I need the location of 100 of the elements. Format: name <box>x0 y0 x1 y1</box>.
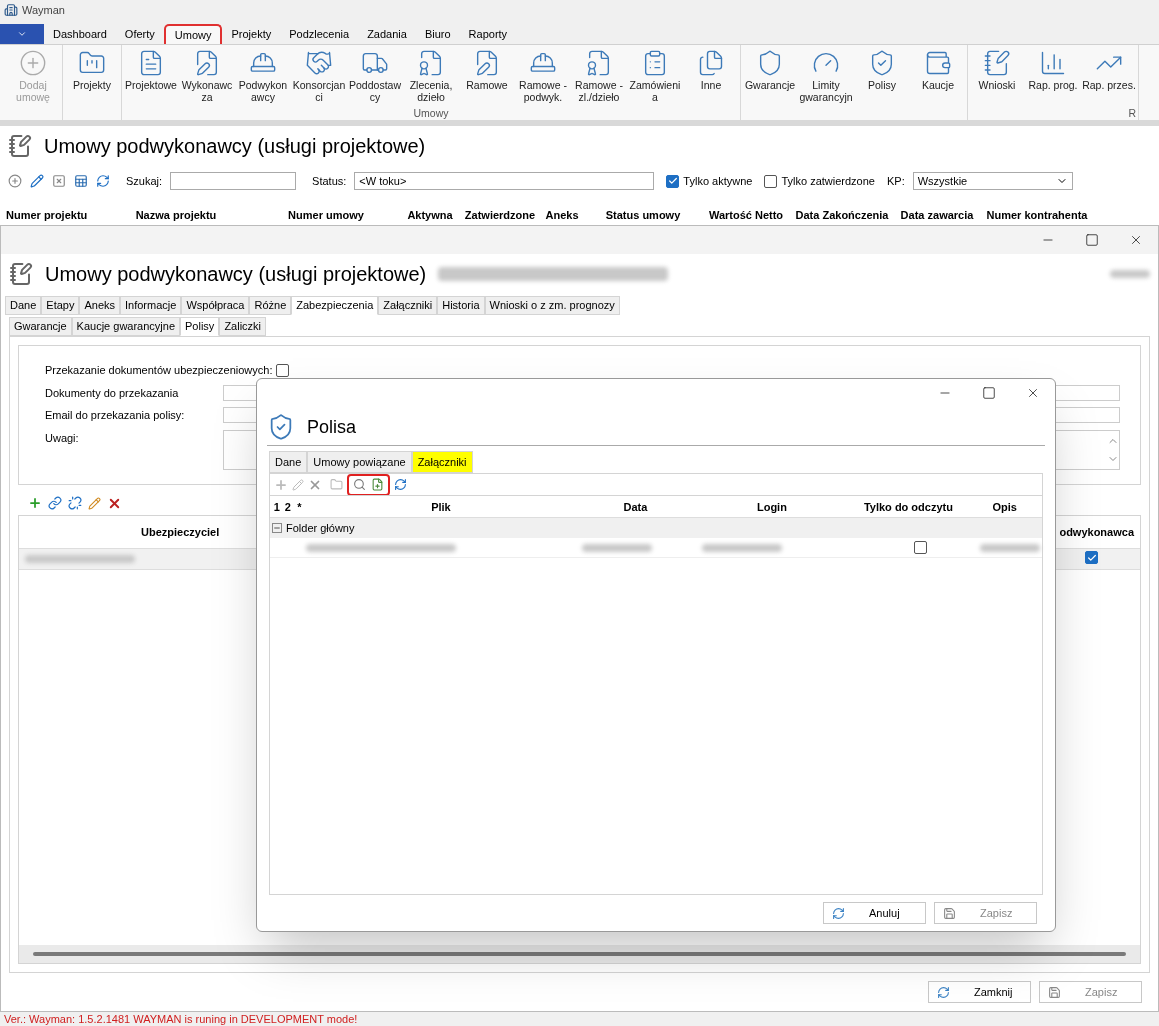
ribbon-tab[interactable]: Podzlecenia <box>280 24 359 44</box>
refresh-icon[interactable] <box>96 174 110 188</box>
ribbon-group-label: Umowy <box>413 106 449 120</box>
column-header[interactable]: Opis <box>967 498 1042 516</box>
ribbon-tab[interactable]: Oferty <box>115 24 164 44</box>
checkbox[interactable] <box>764 174 778 188</box>
dialog-button[interactable]: Zamknij <box>928 981 1031 1003</box>
tab[interactable]: Informacje <box>120 296 182 315</box>
collapse-icon[interactable] <box>272 523 282 534</box>
column-header[interactable]: * <box>293 498 306 516</box>
tab[interactable]: Załączniki <box>411 451 473 474</box>
tab[interactable]: Różne <box>249 296 292 315</box>
refresh-icon[interactable] <box>394 478 407 492</box>
handshake-icon <box>305 49 333 77</box>
column-header[interactable]: Data zawarcia <box>895 206 979 223</box>
status-field[interactable]: <W toku> <box>354 172 655 190</box>
column-header[interactable]: Wartość Netto <box>703 206 789 223</box>
ribbon-button[interactable]: Rap. prog. <box>1026 49 1080 106</box>
documents-icon <box>697 49 725 77</box>
ribbon-button[interactable]: Ramowe - zl./dzieło <box>572 49 626 106</box>
folder-icon[interactable] <box>330 478 343 492</box>
column-header[interactable]: 2 <box>281 498 294 516</box>
ribbon-tab[interactable]: Umowy <box>163 24 223 44</box>
ribbon-tab[interactable]: Zadania <box>358 24 416 44</box>
add-icon[interactable] <box>8 174 22 188</box>
ribbon-button[interactable]: Zlecenia, dzieło <box>404 49 458 106</box>
tab[interactable]: Umowy powiązane <box>307 451 412 474</box>
tab[interactable]: Dane <box>269 451 308 474</box>
link-icon[interactable] <box>48 496 62 510</box>
column-header[interactable]: Numer kontrahenta <box>979 206 1095 223</box>
column-header[interactable]: Plik <box>305 498 577 516</box>
search-icon[interactable] <box>353 478 366 492</box>
ribbon-button[interactable]: Projekty <box>65 49 119 106</box>
checkbox[interactable] <box>913 541 927 555</box>
ribbon-button[interactable]: Ramowe <box>460 49 514 106</box>
tab[interactable]: Wnioski o z zm. prognozy <box>484 296 620 315</box>
column-header[interactable]: Login <box>694 498 850 516</box>
column-header[interactable]: Zatwierdzone <box>459 206 541 223</box>
ribbon-button[interactable]: Inne <box>684 49 738 106</box>
column-header[interactable]: 1 <box>272 498 282 516</box>
checkbox[interactable] <box>666 174 680 188</box>
tab[interactable]: Historia <box>437 296 485 315</box>
ribbon-button[interactable]: Gwarancje <box>743 49 797 106</box>
ribbon-button[interactable]: Poddostawcy <box>348 49 402 106</box>
ribbon-tab[interactable]: Projekty <box>222 24 281 44</box>
column-header[interactable]: Status umowy <box>583 206 703 223</box>
tab[interactable]: Polisy <box>180 317 220 336</box>
ribbon-button[interactable]: Kaucje <box>911 49 965 106</box>
ribbon-button[interactable]: Limity gwarancyjn <box>799 49 853 106</box>
tab[interactable]: Współpraca <box>181 296 250 315</box>
column-header[interactable]: Nazwa projektu <box>101 206 251 223</box>
column-header[interactable]: Data <box>576 498 695 516</box>
checkbox[interactable] <box>1085 551 1098 565</box>
column-header[interactable]: Data Zakończenia <box>789 206 895 223</box>
column-header[interactable]: Tylko do odczytu <box>849 498 968 516</box>
delete-icon[interactable] <box>52 174 66 188</box>
ribbon-button[interactable]: Ramowe - podwyk. <box>516 49 570 106</box>
ribbon-button[interactable]: Wykonawcza <box>180 49 234 106</box>
refresh-icon <box>832 906 845 920</box>
add-icon[interactable] <box>28 496 42 510</box>
ribbon-button[interactable]: Projektowe <box>124 49 178 106</box>
ribbon-button[interactable]: Zamówienia <box>628 49 682 106</box>
edit-icon[interactable] <box>30 174 44 188</box>
tab[interactable]: Gwarancje <box>9 317 72 336</box>
tab[interactable]: Załączniki <box>378 296 438 315</box>
checkbox[interactable] <box>276 363 290 377</box>
ribbon-button[interactable]: Rap. przes. <box>1082 49 1136 106</box>
column-header[interactable]: Aneks <box>541 206 583 223</box>
ribbon-tab[interactable]: Raporty <box>459 24 517 44</box>
refresh-icon <box>937 985 950 999</box>
column-header[interactable]: Ubezpieczyciel <box>141 523 220 541</box>
search-field[interactable] <box>170 172 297 190</box>
tab[interactable]: Zaliczki <box>219 317 267 336</box>
column-header[interactable]: Numer projektu <box>6 206 101 223</box>
ribbon-tab[interactable]: Biuro <box>415 24 460 44</box>
edit-icon[interactable] <box>88 496 101 510</box>
ribbon-tab[interactable]: Dashboard <box>44 24 116 44</box>
ribbon-button[interactable]: Polisy <box>855 49 909 106</box>
tab[interactable]: Kaucje gwarancyjne <box>71 317 181 336</box>
notepad-icon <box>9 262 33 286</box>
tab[interactable]: Aneks <box>79 296 120 315</box>
file-add-icon[interactable] <box>371 478 384 492</box>
add-icon[interactable] <box>274 477 288 492</box>
tab[interactable]: Zabezpieczenia <box>291 296 379 315</box>
column-header[interactable]: Numer umowy <box>251 206 401 223</box>
tab[interactable]: Etapy <box>41 296 80 315</box>
ribbon-button[interactable]: Podwykonawcy <box>236 49 290 106</box>
dialog-button[interactable]: Anuluj <box>823 902 926 925</box>
column-header[interactable]: Aktywna <box>401 206 459 223</box>
ribbon-button[interactable]: Konsorcjanci <box>292 49 346 106</box>
tab[interactable]: Dane <box>5 296 42 315</box>
ribbon-button[interactable]: Wnioski <box>970 49 1024 106</box>
column-header[interactable]: odwykonawca <box>1059 523 1134 541</box>
status-message: Ver.: Wayman: 1.5.2.1481 WAYMAN is runing in DEVELOPMENT mode! <box>3 1012 359 1026</box>
unlink-icon[interactable] <box>68 496 82 510</box>
spreadsheet-icon[interactable] <box>74 174 88 188</box>
scrollbar-thumb[interactable] <box>33 952 1126 956</box>
wallet-icon <box>924 49 952 77</box>
kp-dropdown[interactable]: Wszystkie <box>912 172 1073 190</box>
bar-chart-icon <box>1039 49 1067 77</box>
